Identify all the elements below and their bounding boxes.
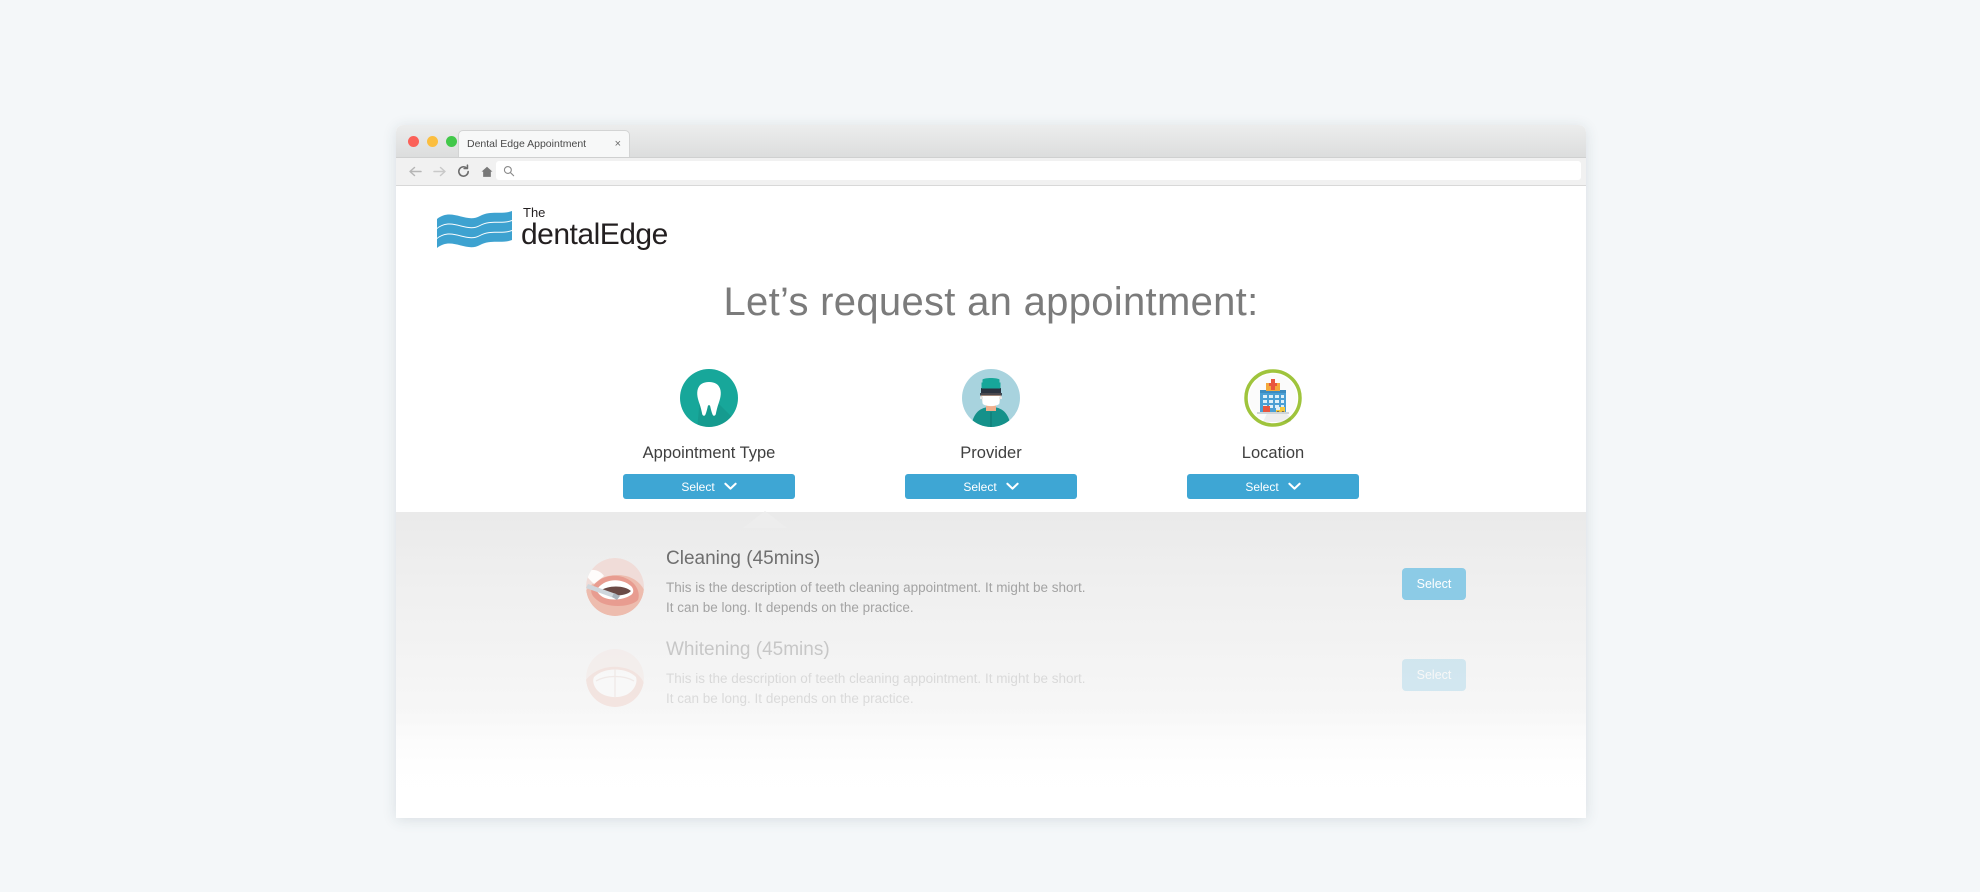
dropdown-caret — [743, 511, 787, 528]
list-item-select-button[interactable]: Select — [1402, 659, 1466, 692]
hero-section: The dentalEdge Let’s request an appointm… — [396, 186, 1586, 512]
browser-tab[interactable]: Dental Edge Appointment × — [458, 130, 630, 157]
list-item[interactable]: Whitening (45mins) This is the descripti… — [586, 628, 1466, 719]
list-item-body: Cleaning (45mins) This is the descriptio… — [666, 548, 1402, 617]
selector-location: Location Select — [1168, 368, 1378, 499]
list-item-title: Cleaning (45mins) — [666, 548, 821, 569]
appointment-type-select-button[interactable]: Select — [623, 474, 795, 499]
chevron-down-icon — [1006, 482, 1019, 490]
appointment-type-list: Cleaning (45mins) This is the descriptio… — [396, 512, 1586, 719]
forward-arrow-icon[interactable] — [428, 161, 450, 183]
logo-name-text: dentalEdge — [521, 218, 668, 251]
selector-label: Provider — [960, 444, 1022, 462]
window-maximize-button[interactable] — [446, 136, 457, 147]
list-item-select-button[interactable]: Select — [1402, 568, 1466, 600]
reload-icon[interactable] — [452, 161, 474, 183]
location-select-button[interactable]: Select — [1187, 474, 1359, 499]
window-close-button[interactable] — [408, 136, 419, 147]
list-item-description: This is the description of teeth cleanin… — [666, 580, 1086, 615]
browser-toolbar — [396, 158, 1586, 186]
window-controls — [408, 136, 457, 147]
tooth-icon — [679, 368, 739, 428]
window-minimize-button[interactable] — [427, 136, 438, 147]
wave-logo-icon — [437, 211, 512, 248]
clinic-building-icon — [1243, 368, 1303, 428]
appointment-type-results-panel: Cleaning (45mins) This is the descriptio… — [396, 512, 1586, 818]
select-button-label: Select — [963, 479, 997, 494]
address-input[interactable] — [520, 163, 1581, 178]
browser-titlebar: Dental Edge Appointment × — [396, 125, 1586, 158]
teeth-whitening-photo — [586, 649, 644, 708]
chevron-down-icon — [1288, 482, 1301, 490]
list-item-body: Whitening (45mins) This is the descripti… — [666, 639, 1402, 708]
search-icon — [503, 165, 515, 176]
home-icon[interactable] — [476, 161, 498, 183]
browser-window: Dental Edge Appointment × The dentalEdge… — [396, 125, 1586, 818]
selector-provider: Provider Select — [886, 368, 1096, 499]
list-item[interactable]: Cleaning (45mins) This is the descriptio… — [586, 537, 1466, 628]
address-bar[interactable] — [496, 161, 1581, 180]
page-title: Let’s request an appointment: — [723, 280, 1259, 324]
chevron-down-icon — [724, 482, 737, 490]
select-button-label: Select — [681, 479, 715, 494]
selector-row: Appointment Type Select Provider Select … — [396, 368, 1586, 499]
teeth-cleaning-photo — [586, 558, 644, 616]
content-fade-overlay — [396, 709, 1586, 818]
close-icon[interactable]: × — [615, 138, 621, 150]
logo-wordmark: The dentalEdge — [521, 205, 668, 251]
selector-label: Location — [1241, 444, 1305, 462]
logo-the-text: The — [523, 205, 546, 220]
site-logo[interactable]: The dentalEdge — [436, 205, 668, 251]
back-arrow-icon[interactable] — [404, 161, 426, 183]
list-item-description: This is the description of teeth cleanin… — [666, 671, 1086, 706]
list-item-title: Whitening (45mins) — [666, 639, 830, 661]
browser-tab-title: Dental Edge Appointment — [467, 138, 587, 150]
selector-appointment-type: Appointment Type Select — [604, 368, 814, 499]
select-button-label: Select — [1245, 479, 1279, 494]
selector-label: Appointment Type — [642, 444, 776, 462]
provider-select-button[interactable]: Select — [905, 474, 1077, 499]
page-viewport: The dentalEdge Let’s request an appointm… — [396, 186, 1586, 818]
dentist-avatar-icon — [961, 368, 1021, 428]
